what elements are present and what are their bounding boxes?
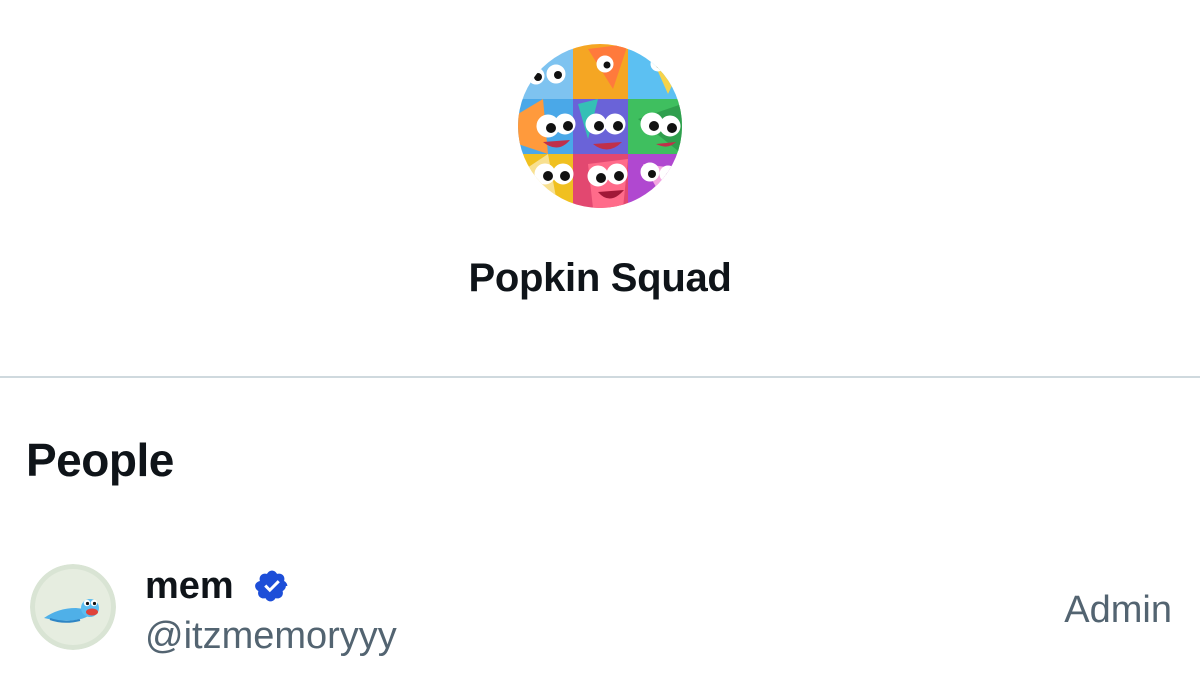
member-handle: @itzmemoryyy [145, 615, 397, 657]
section-divider [0, 376, 1200, 378]
member-name: mem [145, 565, 234, 607]
group-name: Popkin Squad [468, 256, 732, 300]
member-role-badge: Admin [1064, 589, 1172, 631]
avatar[interactable] [30, 564, 116, 650]
group-header: Popkin Squad [0, 0, 1200, 377]
member-row[interactable]: mem @itzmemoryyy Admin [0, 548, 1200, 678]
people-section-title: People [26, 434, 174, 486]
verified-badge-icon [255, 570, 288, 602]
group-avatar[interactable] [518, 44, 682, 208]
popkin-collage-icon [518, 44, 682, 208]
blue-bird-avatar-icon [30, 564, 116, 650]
